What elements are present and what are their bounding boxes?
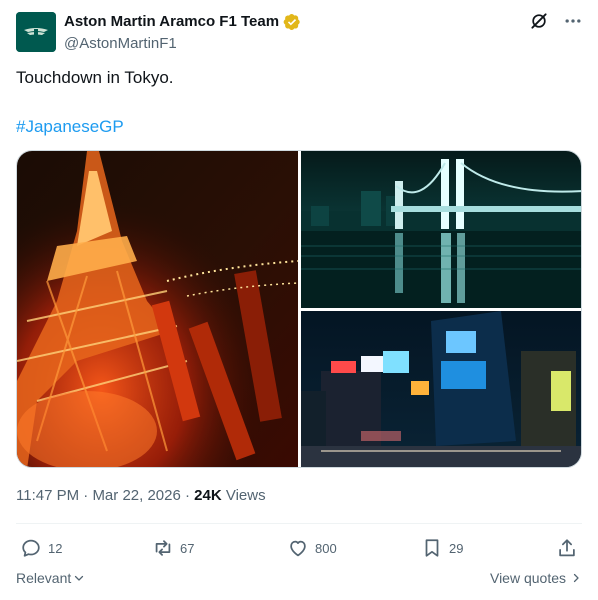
bookmark-button[interactable]: 29 xyxy=(421,537,463,559)
avatar[interactable] xyxy=(16,12,56,52)
like-count: 800 xyxy=(315,540,337,556)
tweet-time[interactable]: 11:47 PM xyxy=(16,487,79,504)
photo-shibuya[interactable] xyxy=(301,311,581,467)
views-label: Views xyxy=(221,487,266,504)
views-count: 24K xyxy=(194,487,222,504)
reply-button[interactable]: 12 xyxy=(20,537,62,559)
more-icon[interactable] xyxy=(562,10,584,32)
sort-dropdown[interactable]: Relevant xyxy=(16,570,85,586)
share-icon xyxy=(559,539,575,557)
sort-label: Relevant xyxy=(16,570,72,586)
share-button[interactable] xyxy=(556,537,578,559)
divider xyxy=(16,523,582,524)
view-quotes-label: View quotes xyxy=(489,570,566,586)
repost-icon xyxy=(155,540,171,556)
reply-count: 12 xyxy=(48,540,63,556)
photo-rainbow-bridge[interactable] xyxy=(301,151,581,308)
replies-footer: Relevant View quotes xyxy=(16,570,582,590)
like-button[interactable]: 800 xyxy=(287,537,337,559)
reply-icon xyxy=(22,539,40,557)
meta-separator: · xyxy=(180,487,195,504)
like-icon xyxy=(290,540,306,557)
chevron-right-icon xyxy=(573,573,579,583)
photo-tokyo-tower[interactable] xyxy=(17,151,298,467)
tweet-date[interactable]: Mar 22, 2026 xyxy=(92,487,180,504)
grok-icon[interactable] xyxy=(528,10,550,32)
top-actions xyxy=(528,10,584,32)
tweet-text: Touchdown in Tokyo. xyxy=(16,68,174,87)
action-bar: 12 67 800 29 xyxy=(0,535,598,563)
repost-count: 67 xyxy=(180,540,195,556)
repost-button[interactable]: 67 xyxy=(152,537,194,559)
meta-separator: · xyxy=(79,487,93,504)
view-quotes-link[interactable]: View quotes xyxy=(490,570,582,586)
hashtag-link[interactable]: #JapaneseGP xyxy=(16,116,124,138)
bookmark-icon xyxy=(425,539,439,557)
author-block: Aston Martin Aramco F1 Team @AstonMartin… xyxy=(64,12,504,54)
aston-martin-logo-icon xyxy=(16,12,56,52)
media-grid xyxy=(16,150,582,468)
handle[interactable]: @AstonMartinF1 xyxy=(64,34,504,54)
verified-badge-icon xyxy=(283,13,300,31)
tweet-meta: 11:47 PM · Mar 22, 2026 · 24K Views xyxy=(16,486,266,506)
chevron-down-icon xyxy=(75,575,84,581)
display-name[interactable]: Aston Martin Aramco F1 Team xyxy=(64,12,279,32)
bookmark-count: 29 xyxy=(449,540,464,556)
